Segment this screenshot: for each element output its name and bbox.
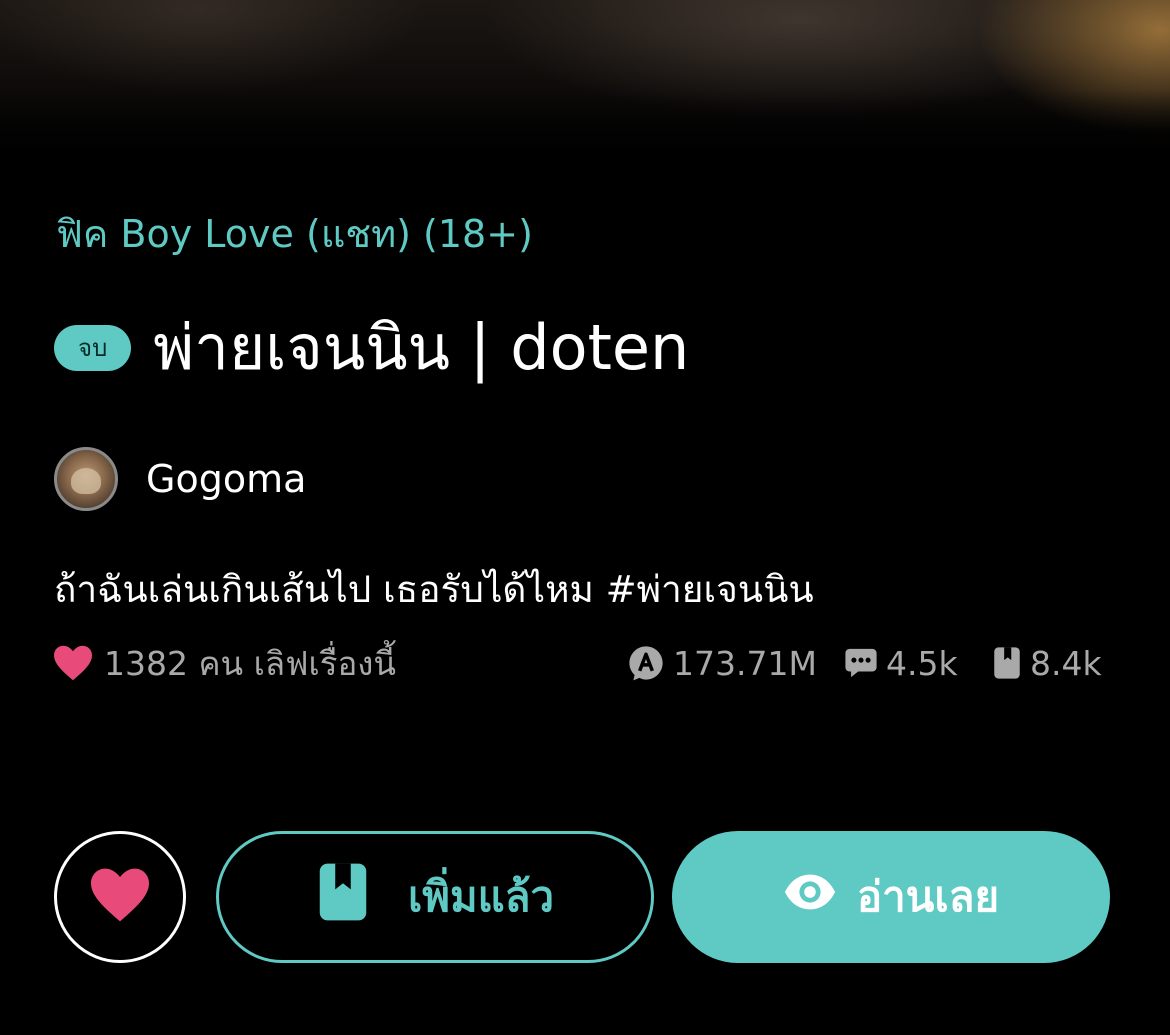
add-to-library-button[interactable]: เพิ่มแล้ว — [216, 831, 654, 963]
read-now-button[interactable]: อ่านเลย — [672, 831, 1110, 963]
stats-row: 1382 คน เลิฟเรื่องนี้ 173.71M 4.5k 8.4k — [52, 640, 1122, 686]
heart-icon — [52, 644, 94, 682]
bookmarks-stat: 8.4k — [992, 640, 1102, 686]
story-title: พ่ายเจนนิน | doten — [153, 311, 690, 384]
views-count: 173.71M — [673, 643, 817, 683]
likes-stat: 1382 คน เลิฟเรื่องนี้ — [52, 640, 396, 686]
title-row: จบ พ่ายเจนนิน | doten — [54, 308, 689, 388]
comment-icon — [844, 646, 878, 680]
author-name[interactable]: Gogoma — [146, 457, 306, 501]
likes-text: 1382 คน เลิฟเรื่องนี้ — [104, 643, 396, 683]
views-icon — [627, 644, 665, 682]
heart-icon — [88, 866, 152, 928]
like-button[interactable] — [54, 831, 186, 963]
bookmarks-count: 8.4k — [1030, 643, 1102, 683]
eye-icon — [783, 872, 837, 922]
author-row[interactable]: Gogoma — [54, 447, 306, 511]
views-stat: 173.71M — [627, 640, 817, 686]
story-category[interactable]: ฟิค Boy Love (แชท) (18+) — [56, 206, 533, 262]
cover-fade — [0, 90, 1170, 170]
bookmark-icon — [992, 646, 1022, 680]
library-button-label: เพิ่มแล้ว — [407, 872, 555, 921]
author-avatar[interactable] — [54, 447, 118, 511]
read-button-label: อ่านเลย — [856, 872, 1000, 921]
comments-count: 4.5k — [886, 643, 958, 683]
status-badge: จบ — [54, 325, 132, 371]
story-synopsis: ถ้าฉันเล่นเกินเส้นไป เธอรับได้ไหม #พ่ายเ… — [54, 568, 814, 611]
bookmark-icon — [316, 861, 370, 933]
comments-stat: 4.5k — [844, 640, 958, 686]
